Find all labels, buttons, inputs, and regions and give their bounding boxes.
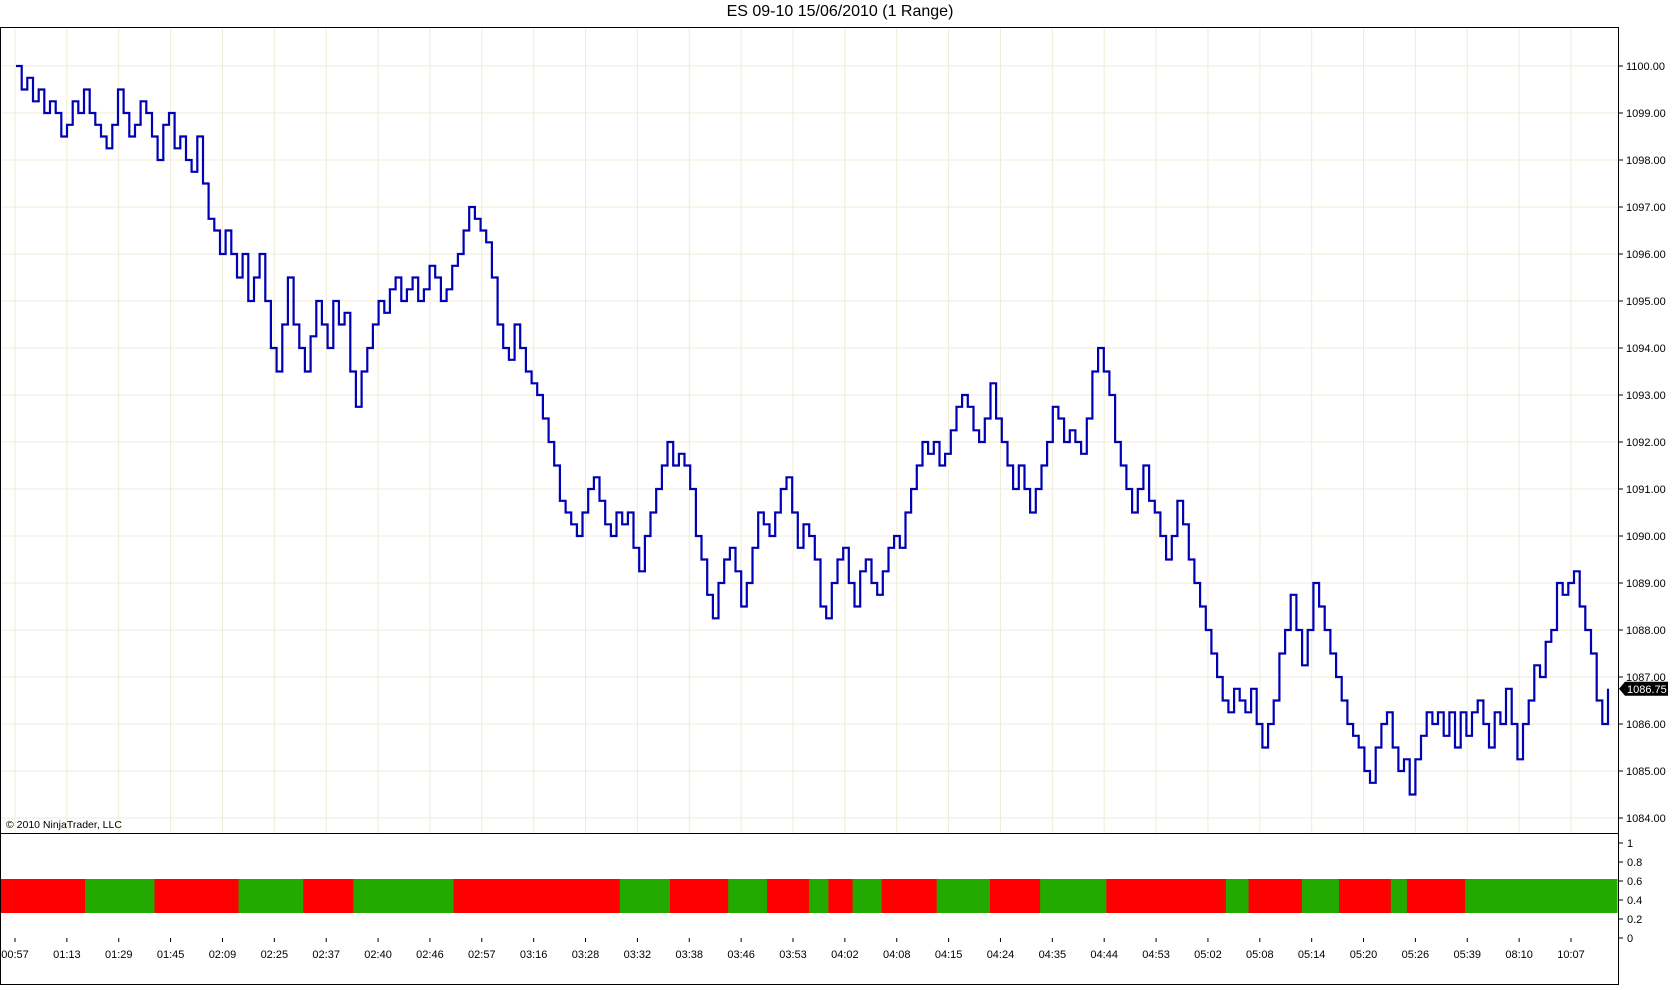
time-tick-label: 04:53 [1142, 949, 1170, 961]
indicator-segment-up [728, 879, 768, 913]
indicator-segment-down [767, 879, 810, 913]
time-tick-label: 04:24 [987, 949, 1015, 961]
last-price-marker: 1086.75 [1619, 681, 1668, 696]
indicator-tick-label: 0.4 [1627, 895, 1642, 907]
chart-canvas[interactable]: 1100.00 1099.00 1098.00 1097.00 1096.00 1095.… [0, 0, 1680, 986]
time-tick-label: 03:38 [676, 949, 704, 961]
indicator-axis: 1 0.8 0.6 0.4 0.2 0 [1618, 838, 1642, 945]
time-tick-label: 05:02 [1194, 949, 1222, 961]
indicator-segment-down [881, 879, 938, 913]
price-tick-label: 1092.00 [1626, 437, 1666, 449]
copyright-text: © 2010 NinjaTrader, LLC [6, 819, 122, 831]
price-tick-label: 1094.00 [1626, 343, 1666, 355]
indicator-segment-down [1339, 879, 1392, 913]
time-tick-label: 02:40 [364, 949, 392, 961]
time-tick-label: 10:07 [1557, 949, 1585, 961]
time-tick-label: 00:57 [1, 949, 29, 961]
time-tick-label: 04:35 [1039, 949, 1067, 961]
indicator-segment-up [1390, 879, 1408, 913]
price-tick-label: 1084.00 [1626, 813, 1666, 825]
time-tick-label: 03:28 [572, 949, 600, 961]
indicator-tick-label: 1 [1627, 838, 1633, 850]
indicator-segment-down [1106, 879, 1227, 913]
time-tick-label: 02:25 [261, 949, 289, 961]
indicator-segment-down [990, 879, 1041, 913]
indicator-segment-down [154, 879, 239, 913]
time-tick-label: 04:44 [1090, 949, 1118, 961]
price-tick-label: 1100.00 [1626, 61, 1665, 73]
time-tick-label: 01:13 [53, 949, 81, 961]
price-tick-label: 1091.00 [1626, 484, 1666, 496]
indicator-band [1, 879, 1618, 913]
indicator-segment-up [353, 879, 454, 913]
time-tick-label: 05:39 [1454, 949, 1482, 961]
time-tick-label: 04:15 [935, 949, 963, 961]
time-tick-label: 05:20 [1350, 949, 1378, 961]
price-tick-label: 1098.00 [1626, 155, 1666, 167]
price-tick-label: 1090.00 [1626, 531, 1666, 543]
time-tick-label: 03:32 [624, 949, 652, 961]
price-tick-label: 1089.00 [1626, 578, 1666, 590]
price-tick-label: 1099.00 [1626, 108, 1666, 120]
indicator-segment-down [670, 879, 729, 913]
time-tick-label: 02:09 [209, 949, 237, 961]
indicator-segment-down [1406, 879, 1466, 913]
price-tick-label: 1096.00 [1626, 249, 1666, 261]
time-tick-label: 02:57 [468, 949, 496, 961]
time-tick-label: 05:26 [1402, 949, 1430, 961]
time-tick-label: 03:16 [520, 949, 548, 961]
indicator-segment-down [453, 879, 621, 913]
price-grid [1, 28, 1618, 833]
time-tick-label: 03:53 [779, 949, 807, 961]
indicator-segment-up [1040, 879, 1107, 913]
indicator-segment-down [303, 879, 354, 913]
time-axis: 00:57 01:13 01:29 01:45 02:09 02:25 02:37 02:40… [1, 938, 1585, 961]
indicator-segment-up [1225, 879, 1249, 913]
indicator-segment-up [1301, 879, 1340, 913]
indicator-segment-up [936, 879, 991, 913]
price-tick-label: 1095.00 [1626, 296, 1666, 308]
indicator-tick-label: 0.2 [1627, 914, 1642, 926]
indicator-tick-label: 0 [1627, 933, 1633, 945]
price-tick-label: 1085.00 [1626, 766, 1666, 778]
indicator-segment-up [852, 879, 883, 913]
indicator-segment-up [1465, 879, 1618, 913]
price-tick-label: 1093.00 [1626, 390, 1666, 402]
indicator-segment-up [238, 879, 304, 913]
indicator-tick-label: 0.8 [1627, 857, 1642, 869]
time-tick-label: 02:46 [416, 949, 444, 961]
time-tick-label: 05:14 [1298, 949, 1326, 961]
indicator-segment-down [828, 879, 854, 913]
time-tick-label: 02:37 [312, 949, 340, 961]
price-axis: 1100.00 1099.00 1098.00 1097.00 1096.00 1095.… [1618, 61, 1666, 825]
time-tick-label: 03:46 [727, 949, 755, 961]
indicator-tick-label: 0.6 [1627, 876, 1642, 888]
price-tick-label: 1088.00 [1626, 625, 1666, 637]
chart-title: ES 09-10 15/06/2010 (1 Range) [726, 3, 954, 20]
indicator-segment-down [1248, 879, 1303, 913]
price-panel-frame [0, 27, 1619, 834]
chart-window: ES 09-10 15/06/2010 (1 Range) 1100.00 109… [0, 0, 1680, 986]
time-tick-label: 08:10 [1505, 949, 1533, 961]
time-tick-label: 04:02 [831, 949, 859, 961]
time-tick-label: 01:45 [157, 949, 185, 961]
time-tick-label: 01:29 [105, 949, 133, 961]
indicator-segment-up [619, 879, 671, 913]
indicator-segment-down [1, 879, 86, 913]
time-tick-label: 04:08 [883, 949, 911, 961]
price-tick-label: 1097.00 [1626, 202, 1666, 214]
price-series-line [16, 64, 1610, 796]
indicator-segment-up [85, 879, 155, 913]
time-tick-label: 05:08 [1246, 949, 1274, 961]
indicator-segment-up [809, 879, 829, 913]
price-tick-label: 1086.00 [1626, 719, 1666, 731]
last-price-label: 1086.75 [1627, 684, 1667, 696]
